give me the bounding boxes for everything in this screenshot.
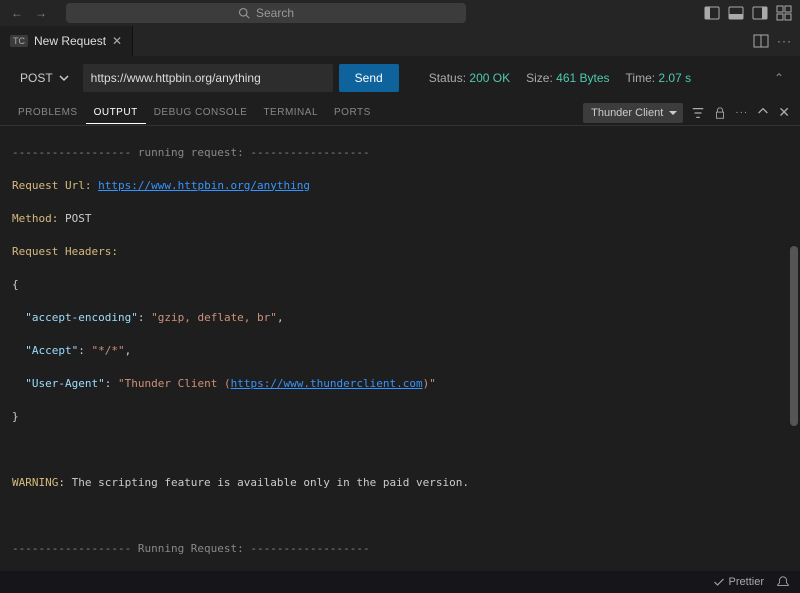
log-line: "User-Agent": "Thunder Client (https://w…: [12, 376, 788, 393]
panel-tab-bar: PROBLEMS OUTPUT DEBUG CONSOLE TERMINAL P…: [0, 100, 800, 126]
size-label: Size:: [526, 71, 553, 85]
close-icon[interactable]: ✕: [112, 34, 122, 48]
log-blank: [12, 508, 788, 525]
split-editor-icon[interactable]: [753, 33, 769, 49]
log-line: WARNING: The scripting feature is availa…: [12, 475, 788, 492]
maximize-panel-icon[interactable]: [756, 106, 770, 120]
check-icon: [713, 576, 725, 588]
search-icon: [238, 7, 250, 19]
customize-layout-icon[interactable]: [776, 5, 792, 21]
status-label: Status:: [429, 71, 466, 85]
close-panel-icon[interactable]: ✕: [778, 104, 790, 121]
output-panel[interactable]: ------------------ running request: ----…: [0, 126, 800, 571]
http-method-select[interactable]: POST: [12, 64, 77, 92]
url-input[interactable]: https://www.httpbin.org/anything: [83, 64, 333, 92]
bell-icon[interactable]: [776, 575, 790, 589]
log-line: }: [12, 409, 788, 426]
size-value: 461 Bytes: [556, 71, 609, 85]
log-divider: ------------------ Running Request: ----…: [12, 541, 788, 558]
tab-debug-console[interactable]: DEBUG CONSOLE: [146, 107, 256, 118]
scrollbar-thumb[interactable]: [790, 246, 798, 426]
log-blank: [12, 442, 788, 459]
log-line: {: [12, 277, 788, 294]
more-icon[interactable]: ···: [735, 107, 748, 118]
tab-bar-actions: ···: [745, 26, 800, 56]
time-value: 2.07 s: [658, 71, 691, 85]
nav-back-icon[interactable]: ←: [8, 6, 26, 20]
log-line: "accept-encoding": "gzip, deflate, br",: [12, 310, 788, 327]
layout-sidebar-left-icon[interactable]: [704, 5, 720, 21]
tab-title: New Request: [34, 34, 106, 48]
prettier-status[interactable]: Prettier: [713, 576, 764, 588]
nav-forward-icon[interactable]: →: [32, 6, 50, 20]
tab-new-request[interactable]: TC New Request ✕: [0, 26, 133, 56]
output-source-value: Thunder Client: [591, 107, 663, 119]
thunder-client-badge: TC: [10, 35, 28, 47]
log-line: Request Url: https://www.httpbin.org/any…: [12, 178, 788, 195]
time-label: Time:: [626, 71, 656, 85]
title-bar-actions: [704, 5, 792, 21]
chevron-down-icon: [59, 73, 69, 83]
panel-actions: Thunder Client ··· ✕: [583, 103, 790, 123]
response-summary: Status: 200 OK Size: 461 Bytes Time: 2.0…: [429, 71, 691, 85]
status-value: 200 OK: [469, 71, 510, 85]
editor-tab-bar: TC New Request ✕ ···: [0, 26, 800, 56]
request-bar: POST https://www.httpbin.org/anything Se…: [0, 56, 800, 100]
filter-icon[interactable]: [691, 106, 705, 120]
title-bar: ← → Search: [0, 0, 800, 26]
layout-panel-icon[interactable]: [728, 5, 744, 21]
prettier-label: Prettier: [729, 576, 764, 588]
more-actions-icon[interactable]: ···: [777, 34, 792, 48]
lock-icon[interactable]: [713, 106, 727, 120]
status-bar: Prettier: [0, 571, 800, 593]
http-method-value: POST: [20, 71, 53, 85]
tab-terminal[interactable]: TERMINAL: [255, 107, 326, 118]
log-line: "Accept": "*/*",: [12, 343, 788, 360]
log-line: Method: POST: [12, 211, 788, 228]
output-source-select[interactable]: Thunder Client: [583, 103, 683, 123]
layout-sidebar-right-icon[interactable]: [752, 5, 768, 21]
collapse-response-icon[interactable]: ⌃: [774, 71, 788, 85]
log-divider-partial: ------------------ running request: ----…: [12, 145, 788, 162]
tab-ports[interactable]: PORTS: [326, 107, 379, 118]
tab-problems[interactable]: PROBLEMS: [10, 107, 86, 118]
url-value: https://www.httpbin.org/anything: [91, 71, 261, 85]
search-placeholder: Search: [256, 6, 294, 20]
log-line: Request Headers:: [12, 244, 788, 261]
search-input[interactable]: Search: [66, 3, 466, 23]
tab-output[interactable]: OUTPUT: [86, 107, 146, 124]
send-button[interactable]: Send: [339, 64, 399, 92]
